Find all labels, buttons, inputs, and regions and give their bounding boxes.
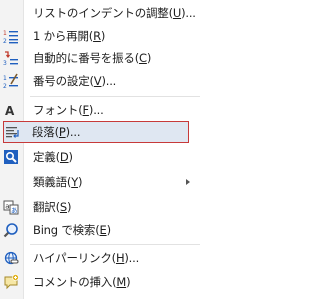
menu-item-hyperlink[interactable]: ハイパーリンク(H)... xyxy=(1,247,195,269)
access-key: U xyxy=(172,6,182,20)
menu-item-label: 段落(P)... xyxy=(32,125,81,139)
svg-text:1: 1 xyxy=(3,30,7,37)
menu-item-label: 定義(D) xyxy=(33,150,73,164)
menu-item-restart-at-1[interactable]: 1 2 1 から再開(R) xyxy=(1,25,195,47)
font-icon: A xyxy=(3,102,19,118)
svg-text:2: 2 xyxy=(3,38,7,44)
paragraph-icon xyxy=(4,124,20,140)
restart-numbering-icon: 1 2 xyxy=(3,28,19,44)
access-key: Y xyxy=(71,175,79,189)
svg-text:a: a xyxy=(5,203,9,211)
menu-item-label: 自動的に番号を振る(C) xyxy=(33,51,152,65)
new-comment-icon xyxy=(3,274,19,290)
menu-item-synonyms[interactable]: 類義語(Y) xyxy=(1,171,195,193)
menu-item-font[interactable]: A フォント(F)... xyxy=(1,99,195,121)
translate-icon: a あ xyxy=(3,199,19,215)
define-icon xyxy=(3,149,19,165)
submenu-arrow-icon xyxy=(186,179,190,185)
menu-item-label: リストのインデントの調整(U)... xyxy=(33,6,196,20)
access-key: V xyxy=(93,74,102,88)
access-key: R xyxy=(93,29,101,43)
menu-item-label: Bing で検索(E) xyxy=(33,223,111,237)
set-numbering-value-icon: 1 2 xyxy=(3,73,19,89)
menu-item-label: 類義語(Y) xyxy=(33,175,83,189)
menu-item-insert-comment[interactable]: コメントの挿入(M) xyxy=(1,271,195,293)
access-key: P xyxy=(58,125,66,139)
access-key: F xyxy=(82,103,90,117)
svg-text:あ: あ xyxy=(11,207,18,215)
menu-item-paragraph[interactable]: 段落(P)... xyxy=(3,121,189,143)
menu-item-numbering-settings[interactable]: 1 2 番号の設定(V)... xyxy=(1,70,195,92)
svg-text:1: 1 xyxy=(3,75,7,82)
menu-item-label: 翻訳(S) xyxy=(33,200,72,214)
access-key: E xyxy=(99,223,107,237)
menu-separator xyxy=(30,96,200,97)
menu-item-label: コメントの挿入(M) xyxy=(33,275,131,289)
context-menu: リストのインデントの調整(U)... 1 2 1 から再開(R) 3 自動的に番… xyxy=(0,0,204,299)
search-icon xyxy=(3,222,19,238)
menu-item-translate[interactable]: a あ 翻訳(S) xyxy=(1,196,195,218)
menu-item-label: ハイパーリンク(H)... xyxy=(33,251,140,265)
access-key: D xyxy=(59,150,69,164)
menu-item-define[interactable]: 定義(D) xyxy=(1,146,195,168)
menu-separator xyxy=(30,244,200,245)
hyperlink-icon xyxy=(3,250,19,266)
access-key: C xyxy=(139,51,147,65)
svg-text:3: 3 xyxy=(3,60,7,66)
menu-item-auto-numbering[interactable]: 3 自動的に番号を振る(C) xyxy=(1,47,195,69)
access-key: M xyxy=(116,275,127,289)
menu-item-bing-search[interactable]: Bing で検索(E) xyxy=(1,219,195,241)
menu-item-label: 番号の設定(V)... xyxy=(33,74,117,88)
svg-text:2: 2 xyxy=(3,83,7,89)
menu-item-adjust-list-indent[interactable]: リストのインデントの調整(U)... xyxy=(1,2,196,24)
menu-item-label: 1 から再開(R) xyxy=(33,29,106,43)
svg-text:A: A xyxy=(5,104,15,118)
continue-numbering-icon: 3 xyxy=(3,50,19,66)
access-key: S xyxy=(59,200,67,214)
access-key: H xyxy=(115,251,125,265)
menu-item-label: フォント(F)... xyxy=(33,103,104,117)
